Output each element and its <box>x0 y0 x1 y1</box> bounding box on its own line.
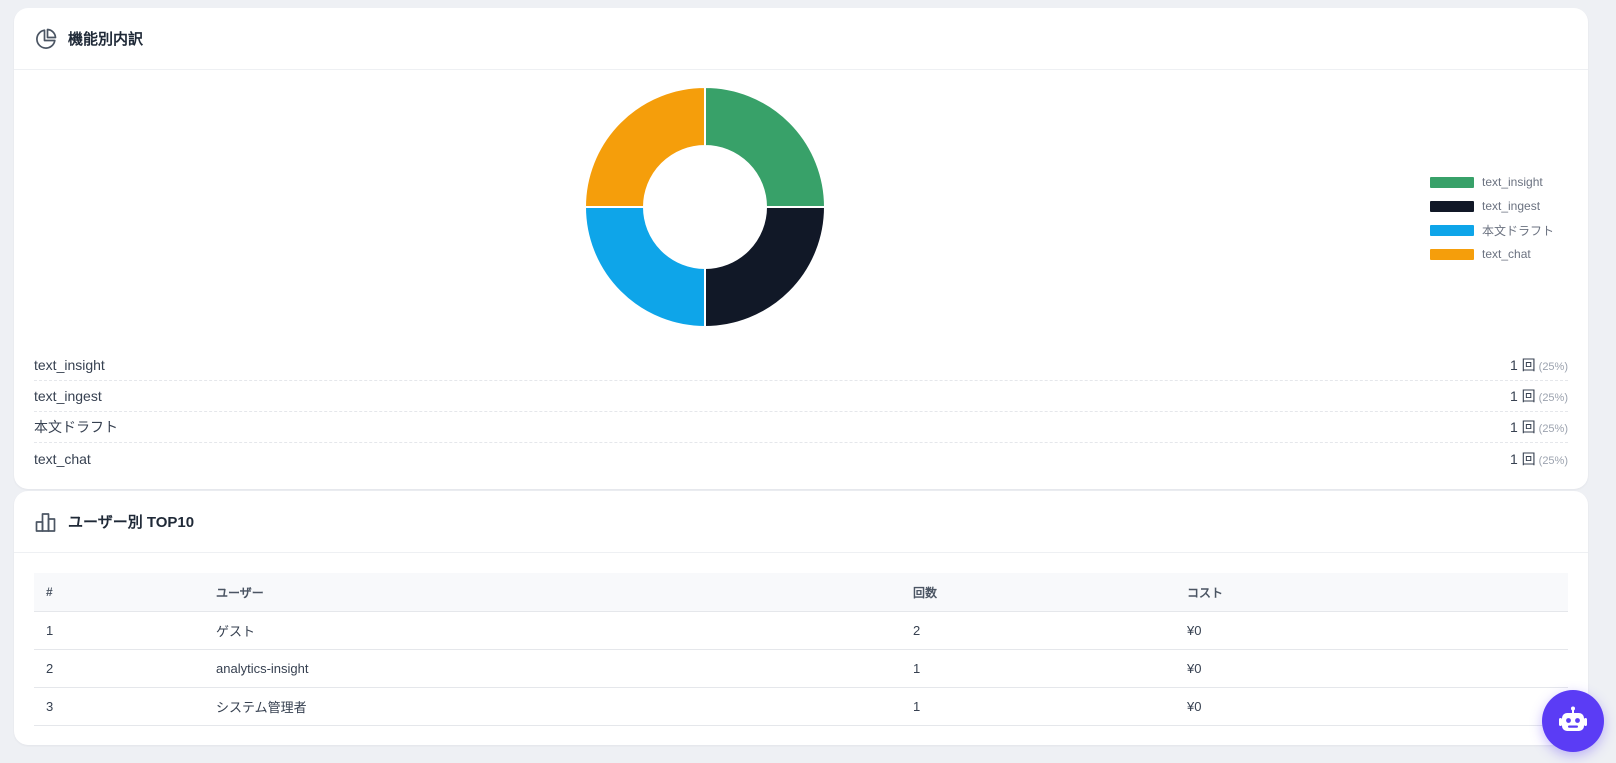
donut-slice-1[interactable] <box>704 206 827 329</box>
user-table-header-row: # ユーザー 回数 コスト <box>34 573 1568 612</box>
cost-cell: ¥0 <box>1175 611 1568 650</box>
count-cell: 1 <box>901 687 1175 726</box>
breakdown-feature-name: text_insight <box>34 357 105 373</box>
legend-label: text_chat <box>1482 247 1531 261</box>
donut-slice-3[interactable] <box>583 85 706 208</box>
robot-icon <box>1557 705 1589 737</box>
breakdown-value: 1 回 (25%) <box>1510 386 1568 406</box>
rank-cell: 2 <box>34 649 204 688</box>
breakdown-count: 1 回 <box>1509 357 1536 373</box>
table-row: 1 ゲスト 2 ¥0 <box>34 611 1568 650</box>
breakdown-row: text_insight 1 回 (25%) <box>34 350 1568 381</box>
cost-cell: ¥0 <box>1175 687 1568 726</box>
legend-swatch <box>1430 200 1474 212</box>
count-cell: 1 <box>901 649 1175 688</box>
legend-swatch <box>1430 176 1474 188</box>
breakdown-percent: (25%) <box>1538 392 1568 404</box>
column-header-cost: コスト <box>1175 573 1568 612</box>
breakdown-percent: (25%) <box>1538 361 1568 373</box>
user-table-body: 1 ゲスト 2 ¥0 2 analytics-insight 1 ¥0 3 システム管理者 1 ¥0 <box>34 611 1568 726</box>
pie-chart-icon <box>34 27 58 51</box>
donut-chart-area: text_insight text_ingest 本文ドラフト text_chat <box>14 70 1588 350</box>
breakdown-count: 1 回 <box>1509 450 1536 467</box>
breakdown-count: 1 回 <box>1509 388 1536 404</box>
breakdown-count: 1 回 <box>1509 419 1536 435</box>
legend-swatch <box>1430 224 1474 236</box>
breakdown-feature-name: text_chat <box>34 450 91 467</box>
legend-swatch <box>1430 248 1474 260</box>
rank-cell: 1 <box>34 611 204 650</box>
user-name-cell: analytics-insight <box>204 649 901 688</box>
legend-label: 本文ドラフト <box>1482 223 1555 238</box>
breakdown-value: 1 回 (25%) <box>1510 449 1568 469</box>
breakdown-row: 本文ドラフト 1 回 (25%) <box>34 412 1568 443</box>
breakdown-feature-name: 本文ドラフト <box>34 419 118 435</box>
column-header-rank: # <box>34 573 204 612</box>
feature-breakdown-title: 機能別内訳 <box>68 31 144 48</box>
donut-chart <box>583 85 827 329</box>
chart-legend: text_insight text_ingest 本文ドラフト text_chat <box>1430 170 1554 266</box>
user-table: # ユーザー 回数 コスト 1 ゲスト 2 ¥0 2 analytics-insight 1… <box>34 573 1568 726</box>
legend-item[interactable]: text_insight <box>1430 170 1554 194</box>
count-cell: 2 <box>901 611 1175 650</box>
user-name-cell: システム管理者 <box>204 687 901 726</box>
column-header-count: 回数 <box>901 573 1175 612</box>
breakdown-row: text_ingest 1 回 (25%) <box>34 381 1568 412</box>
donut-slice-0[interactable] <box>704 85 827 208</box>
feature-breakdown-list: text_insight 1 回 (25%) text_ingest 1 回 (25%) 本… <box>34 350 1568 474</box>
legend-label: text_insight <box>1482 175 1543 189</box>
assistant-button[interactable] <box>1542 690 1604 752</box>
user-top10-card: ユーザー別 TOP10 # ユーザー 回数 コスト 1 ゲスト 2 ¥0 2 analyt… <box>14 491 1588 745</box>
breakdown-value: 1 回 (25%) <box>1510 355 1568 375</box>
breakdown-value: 1 回 (25%) <box>1510 417 1568 437</box>
user-top10-title: ユーザー別 TOP10 <box>68 514 195 531</box>
user-top10-header: ユーザー別 TOP10 <box>14 491 1588 553</box>
breakdown-percent: (25%) <box>1538 423 1568 435</box>
bar-chart-icon <box>34 510 58 534</box>
breakdown-feature-name: text_ingest <box>34 388 102 404</box>
feature-breakdown-card: 機能別内訳 text_insight text_ingest 本文ドラフト text_… <box>14 8 1588 489</box>
table-row: 3 システム管理者 1 ¥0 <box>34 687 1568 726</box>
donut-slice-2[interactable] <box>583 206 706 329</box>
user-name-cell: ゲスト <box>204 611 901 650</box>
column-header-user: ユーザー <box>204 573 901 612</box>
legend-item[interactable]: 本文ドラフト <box>1430 218 1554 242</box>
breakdown-percent: (25%) <box>1538 454 1568 467</box>
breakdown-row: text_chat 1 回 (25%) <box>34 443 1568 474</box>
feature-breakdown-header: 機能別内訳 <box>14 8 1588 70</box>
cost-cell: ¥0 <box>1175 649 1568 688</box>
rank-cell: 3 <box>34 687 204 726</box>
legend-label: text_ingest <box>1482 199 1541 213</box>
legend-item[interactable]: text_ingest <box>1430 194 1554 218</box>
table-row: 2 analytics-insight 1 ¥0 <box>34 649 1568 688</box>
legend-item[interactable]: text_chat <box>1430 242 1554 266</box>
